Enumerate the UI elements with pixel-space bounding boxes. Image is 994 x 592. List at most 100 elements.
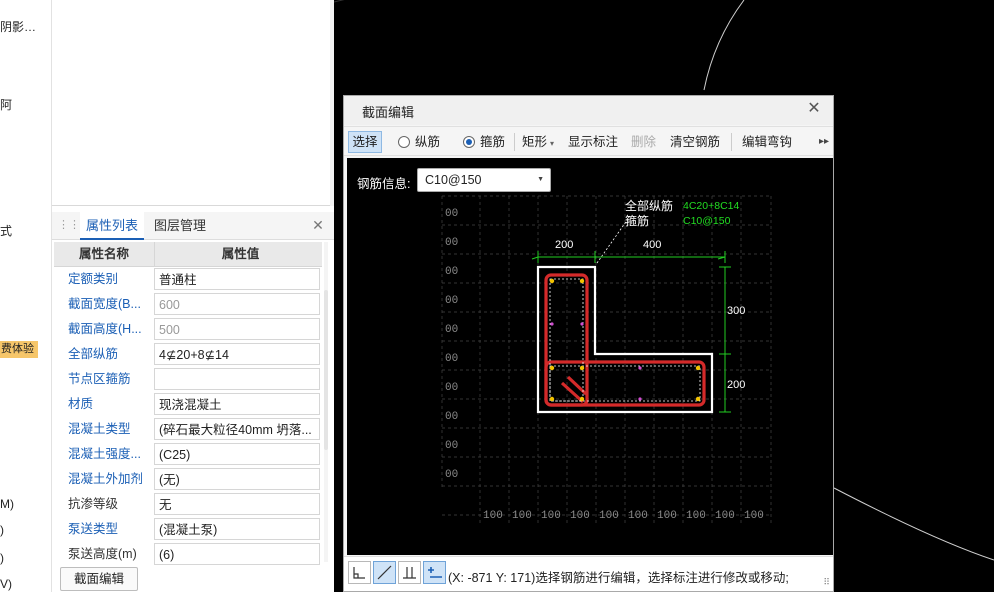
row-name: 泵送类型 — [68, 522, 119, 536]
table-row: 抗渗等级 无 — [54, 492, 322, 517]
left-item-4[interactable]: M) — [0, 497, 14, 511]
row-value[interactable]: 600 — [154, 293, 320, 315]
table-row: 混凝土类型 (碎石最大粒径40mm 坍落... — [54, 417, 322, 442]
trial-badge[interactable]: 费体验 — [0, 341, 38, 358]
grid-label: 00 — [445, 440, 458, 452]
select-button[interactable]: 选择 — [348, 131, 382, 153]
table-row: 全部纵筋 4⊈20+8⊈14 — [54, 342, 322, 367]
shape-dropdown[interactable]: 矩形 ▾ — [522, 131, 554, 153]
snap-point-button[interactable] — [423, 561, 446, 584]
dialog-title-bar[interactable]: 截面编辑 ✕ — [344, 96, 833, 125]
snap-corner-button[interactable] — [348, 561, 371, 584]
perpendicular-icon — [403, 567, 416, 579]
header-name: 属性名称 — [78, 247, 129, 261]
close-icon[interactable]: ✕ — [310, 217, 326, 233]
callout-all-longitudinal[interactable]: 全部纵筋 — [625, 198, 673, 213]
upper-blank-panel — [52, 0, 334, 206]
grid-label: 100 — [715, 510, 735, 522]
panel-tab-bar: ⋮⋮ 属性列表 图层管理 ✕ — [52, 212, 334, 240]
table-row: 定额类别 普通柱 — [54, 267, 322, 292]
grid-label: 00 — [445, 382, 458, 394]
resize-grip-icon[interactable]: ⠿ — [823, 577, 830, 588]
dim-right-top[interactable]: 300 — [727, 305, 745, 317]
snap-perpendicular-button[interactable] — [398, 561, 421, 584]
row-value[interactable]: 普通柱 — [154, 268, 320, 290]
toolbar-divider — [731, 133, 732, 151]
longitudinal-radio[interactable]: 纵筋 — [398, 131, 440, 153]
grid-label: 00 — [445, 266, 458, 278]
row-name: 截面高度(H... — [68, 322, 142, 336]
row-value[interactable]: 500 — [154, 318, 320, 340]
row-value[interactable] — [154, 368, 320, 390]
row-name: 混凝土外加剂 — [68, 472, 144, 486]
grid-label: 00 — [445, 237, 458, 249]
rebar-info-select[interactable]: C10@150 ▼ — [417, 168, 551, 192]
table-row: 截面宽度(B... 600 — [54, 292, 322, 317]
green-label-stirrup[interactable]: C10@150 — [683, 215, 731, 227]
clear-rebar-button[interactable]: 清空钢筋 — [670, 131, 720, 153]
row-value[interactable]: (C25) — [154, 443, 320, 465]
property-scrollbar-thumb[interactable] — [324, 290, 328, 450]
property-table: 属性名称 属性值 定额类别 普通柱 截面宽度(B... 600 截面高度(H..… — [54, 242, 322, 567]
grid-label: 00 — [445, 208, 458, 220]
row-value[interactable]: 4⊈20+8⊈14 — [154, 343, 320, 365]
row-name: 截面宽度(B... — [68, 297, 141, 311]
tab-property-list[interactable]: 属性列表 — [80, 212, 145, 240]
table-row: 泵送高度(m) (6) — [54, 542, 322, 567]
rebar-info-label: 钢筋信息: — [357, 177, 411, 191]
drag-handle-icon[interactable]: ⋮⋮ — [58, 218, 80, 232]
grid-label: 00 — [445, 324, 458, 336]
edit-hook-button[interactable]: 编辑弯钩 — [742, 131, 792, 153]
table-header: 属性名称 属性值 — [54, 242, 322, 267]
row-name: 材质 — [68, 397, 94, 411]
toolbar-divider — [514, 133, 515, 151]
row-name: 混凝土类型 — [68, 422, 131, 436]
rebar-info-value: C10@150 — [425, 173, 482, 187]
radio-selected-icon[interactable] — [463, 136, 475, 148]
longitudinal-label: 纵筋 — [415, 135, 441, 149]
grid-label: 100 — [483, 510, 503, 522]
grid-label: 100 — [512, 510, 532, 522]
show-dims-button[interactable]: 显示标注 — [568, 131, 618, 153]
tab-layer-management[interactable]: 图层管理 — [148, 212, 212, 240]
app-root: 阴影… 阿 式 费体验 M) ) ) V) ⋮⋮ 属性列表 图层管理 ✕ 属性名… — [0, 0, 994, 592]
grid — [441, 195, 772, 524]
dim-right-bottom[interactable]: 200 — [727, 379, 745, 391]
left-item-5[interactable]: ) — [0, 523, 4, 537]
left-item-shadow[interactable]: 阴影… — [0, 18, 36, 35]
row-name: 泵送高度(m) — [68, 547, 137, 561]
row-name: 抗渗等级 — [68, 497, 119, 511]
left-item-6[interactable]: ) — [0, 551, 4, 565]
table-row: 混凝土强度... (C25) — [54, 442, 322, 467]
grid-label: 100 — [570, 510, 590, 522]
row-value[interactable]: 现浇混凝土 — [154, 393, 320, 415]
delete-button[interactable]: 删除 — [631, 131, 656, 153]
close-icon[interactable]: ✕ — [805, 100, 823, 118]
grid-label: 100 — [541, 510, 561, 522]
table-row: 泵送类型 (混凝土泵) — [54, 517, 322, 542]
stirrup-radio[interactable]: 箍筋 — [463, 131, 505, 153]
more-icon[interactable]: ▸▸ — [819, 131, 829, 153]
left-item-7[interactable]: V) — [0, 577, 12, 591]
row-value[interactable]: 无 — [154, 493, 320, 515]
green-label-bars[interactable]: 4C20+8C14 — [683, 200, 739, 212]
row-value[interactable]: (无) — [154, 468, 320, 490]
section-edit-button[interactable]: 截面编辑 — [60, 567, 138, 591]
snap-line-button[interactable] — [373, 561, 396, 584]
radio-icon[interactable] — [398, 136, 410, 148]
left-item-3[interactable]: 式 — [0, 222, 12, 239]
row-value[interactable]: (6) — [154, 543, 320, 565]
dim-top-left[interactable]: 200 — [555, 239, 573, 251]
grid-label: 00 — [445, 411, 458, 423]
left-item-2[interactable]: 阿 — [0, 96, 12, 113]
row-value[interactable]: (碎石最大粒径40mm 坍落... — [154, 418, 320, 440]
table-row: 材质 现浇混凝土 — [54, 392, 322, 417]
row-value[interactable]: (混凝土泵) — [154, 518, 320, 540]
table-row: 节点区箍筋 — [54, 367, 322, 392]
callout-stirrup[interactable]: 箍筋 — [625, 213, 649, 228]
section-canvas[interactable]: 00 00 00 00 00 00 00 00 00 00 100 100 10… — [347, 158, 833, 555]
row-name: 节点区箍筋 — [68, 372, 131, 386]
dim-top-right[interactable]: 400 — [643, 239, 661, 251]
grid-label: 100 — [628, 510, 648, 522]
section-drawing[interactable]: 00 00 00 00 00 00 00 00 00 00 100 100 10… — [347, 158, 833, 555]
